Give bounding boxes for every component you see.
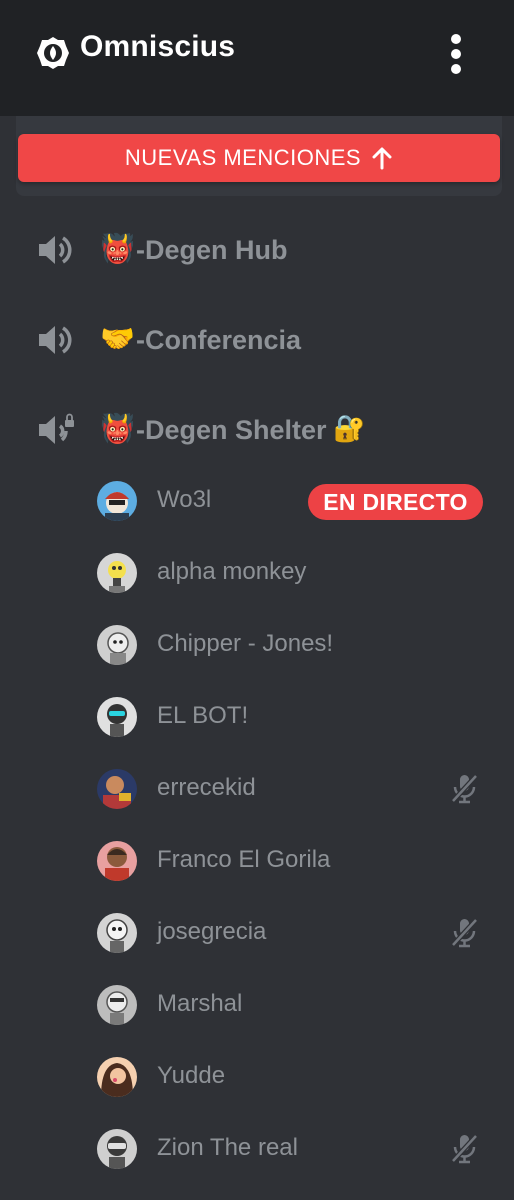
live-badge: EN DIRECTO	[308, 484, 483, 520]
new-mentions-button[interactable]: NUEVAS MENCIONES	[18, 134, 500, 182]
member-name: Wo3l	[157, 486, 212, 513]
speaker-icon	[39, 326, 72, 354]
server-header: Omniscius	[0, 0, 514, 116]
member-name: Zion The real	[157, 1134, 298, 1161]
avatar	[97, 697, 137, 737]
member-name: Yudde	[157, 1062, 226, 1089]
more-vertical-icon[interactable]	[442, 32, 470, 76]
avatar	[97, 1057, 137, 1097]
member-name: Marshal	[157, 990, 243, 1017]
server-badge-icon[interactable]	[36, 36, 70, 70]
avatar	[97, 625, 137, 665]
server-name[interactable]: Omniscius	[80, 30, 235, 64]
avatar	[97, 841, 137, 881]
member-name: errecekid	[157, 774, 256, 801]
voice-member[interactable]: Zion The real	[0, 1118, 514, 1178]
voice-member[interactable]: Wo3l EN DIRECTO	[0, 470, 514, 530]
new-mentions-label: NUEVAS MENCIONES	[124, 145, 362, 170]
avatar	[97, 553, 137, 593]
channel-name: -Conferencia	[136, 325, 302, 355]
voice-member[interactable]: Marshal	[0, 974, 514, 1034]
voice-channel-degen-shelter[interactable]: 👹 -Degen Shelter 🔐	[0, 399, 514, 459]
channel-emoji: 👹	[100, 412, 135, 445]
voice-member[interactable]: errecekid	[0, 758, 514, 818]
avatar	[97, 1129, 137, 1169]
member-name: Chipper - Jones!	[157, 630, 334, 657]
channel-emoji: 🤝	[100, 322, 135, 355]
channel-name: -Degen Hub	[136, 235, 288, 265]
speaker-lock-icon	[39, 413, 74, 444]
arrow-up-icon	[372, 147, 392, 170]
mic-muted-icon	[451, 918, 478, 948]
avatar	[97, 481, 137, 521]
voice-member[interactable]: josegrecia	[0, 902, 514, 962]
mic-muted-icon	[451, 1134, 478, 1164]
member-name: alpha monkey	[157, 558, 307, 585]
avatar	[97, 913, 137, 953]
voice-member[interactable]: Chipper - Jones!	[0, 614, 514, 674]
voice-channel-degen-hub[interactable]: 👹 -Degen Hub	[0, 219, 514, 279]
member-name: EL BOT!	[157, 702, 249, 729]
voice-channel-conferencia[interactable]: 🤝 -Conferencia	[0, 309, 514, 369]
voice-member[interactable]: EL BOT!	[0, 686, 514, 746]
voice-member[interactable]: alpha monkey	[0, 542, 514, 602]
voice-member[interactable]: Franco El Gorila	[0, 830, 514, 890]
avatar	[97, 985, 137, 1025]
mentions-banner-container: NUEVAS MENCIONES	[16, 116, 502, 196]
avatar	[97, 769, 137, 809]
voice-member[interactable]: Yudde	[0, 1046, 514, 1106]
mic-muted-icon	[451, 774, 478, 804]
member-name: josegrecia	[157, 918, 267, 945]
channel-name: -Degen Shelter	[136, 415, 327, 445]
lock-key-emoji: 🔐	[333, 414, 366, 444]
speaker-icon	[39, 236, 72, 264]
member-name: Franco El Gorila	[157, 846, 331, 873]
channel-emoji: 👹	[100, 232, 135, 265]
